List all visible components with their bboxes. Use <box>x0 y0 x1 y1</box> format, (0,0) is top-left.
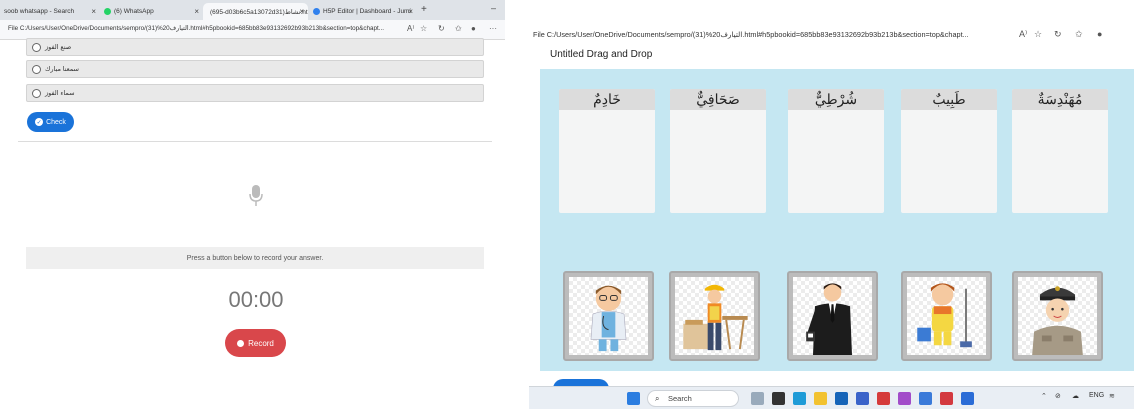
taskbar-search-label: Search <box>668 394 692 403</box>
tab-label: (695-d03b6c5a13072d31)نشاط.html <box>210 8 308 16</box>
widgets-icon[interactable] <box>751 392 764 405</box>
tab-close-icon[interactable]: × <box>91 7 96 16</box>
option-label: سماء الفوز <box>45 90 75 97</box>
drop-zone-label: خَادِمٌ <box>593 92 621 108</box>
more-menu-icon[interactable]: ··· <box>489 24 497 33</box>
draggable-police-card[interactable] <box>1012 271 1103 361</box>
drop-zone-label: شُرْطِيٌّ <box>814 92 858 108</box>
task-view-icon[interactable] <box>772 392 785 405</box>
wifi-icon[interactable]: ≋ <box>1109 392 1115 400</box>
microphone-icon <box>236 174 276 218</box>
app-icon[interactable] <box>898 392 911 405</box>
new-tab-button[interactable]: + <box>421 4 427 15</box>
drop-zone[interactable]: خَادِمٌ <box>559 89 655 213</box>
drop-zone[interactable]: صَحَافِيٌّ <box>670 89 766 213</box>
teams-icon[interactable] <box>856 392 869 405</box>
option-label: صنع الفوز <box>45 44 72 51</box>
record-instructions: Press a button below to record your answ… <box>26 247 484 269</box>
record-label: Record <box>248 338 274 348</box>
divider <box>18 141 492 142</box>
language-indicator[interactable]: ENG <box>1089 392 1104 399</box>
activity-title: Untitled Drag and Drop <box>550 49 653 60</box>
tab-strip: soob whatsapp - Search × (6) WhatsApp × … <box>0 0 505 20</box>
cleaner-image <box>917 283 972 348</box>
answer-option[interactable]: سماء الفوز <box>26 84 484 102</box>
engineer-image <box>683 284 748 351</box>
drop-zone[interactable]: شُرْطِيٌّ <box>788 89 884 213</box>
tab-label: soob whatsapp - Search <box>4 8 75 15</box>
police-image <box>1032 286 1083 355</box>
tab-active-page[interactable]: (695-d03b6c5a13072d31)نشاط.html × <box>203 3 308 20</box>
drop-zone[interactable]: طَبِيبٌ <box>901 89 997 213</box>
address-url[interactable]: File C:/Users/User/OneDrive/Documents/se… <box>533 30 1013 39</box>
left-browser-window: soob whatsapp - Search × (6) WhatsApp × … <box>0 0 505 409</box>
answer-option[interactable]: سمعنا مبارك <box>26 60 484 78</box>
read-aloud-icon[interactable]: A⁾ <box>407 24 414 33</box>
profile-avatar-icon[interactable]: ● <box>1097 29 1102 39</box>
profile-avatar-icon[interactable]: ● <box>471 24 476 33</box>
favorite-star-icon[interactable]: ☆ <box>1034 29 1042 40</box>
record-dot-icon <box>237 339 245 347</box>
edge-icon[interactable] <box>793 392 806 405</box>
address-bar[interactable]: File C:/Users/User/OneDrive/Documents/se… <box>529 25 1134 45</box>
right-browser-window: File C:/Users/User/OneDrive/Documents/se… <box>529 0 1134 409</box>
draggable-journalist-card[interactable] <box>787 271 878 361</box>
address-bar[interactable]: File C:/Users/User/OneDrive/Documents/se… <box>0 20 505 40</box>
tab-label: (6) WhatsApp <box>114 8 154 15</box>
cloud-icon[interactable]: ☁ <box>1072 392 1079 400</box>
tab-close-icon[interactable]: × <box>299 7 304 16</box>
address-url[interactable]: File C:/Users/User/OneDrive/Documents/se… <box>8 25 400 32</box>
drag-drop-board: خَادِمٌ صَحَافِيٌّ شُرْطِيٌّ طَبِيبٌ مُه… <box>540 69 1134 371</box>
refresh-icon[interactable]: ↻ <box>438 24 445 33</box>
radio-icon[interactable] <box>32 43 41 52</box>
tab-whatsapp[interactable]: (6) WhatsApp × <box>100 3 203 20</box>
whatsapp-icon <box>104 8 111 15</box>
check-label: Check <box>46 118 66 126</box>
radio-icon[interactable] <box>32 89 41 98</box>
draggable-doctor-card[interactable] <box>563 271 654 361</box>
journalist-image <box>806 283 852 355</box>
check-icon: ✓ <box>35 118 44 126</box>
draggable-engineer-card[interactable] <box>669 271 760 361</box>
record-button[interactable]: Record <box>225 329 286 357</box>
windows-start-icon[interactable] <box>627 392 640 405</box>
drop-zone-label: مُهَنْدِسَةٌ <box>1037 92 1083 108</box>
drop-zone[interactable]: مُهَنْدِسَةٌ <box>1012 89 1108 213</box>
store-icon[interactable] <box>835 392 848 405</box>
network-icon[interactable]: ⊘ <box>1055 392 1061 400</box>
page-content: صنع الفوز سمعنا مبارك سماء الفوز ✓ Check <box>0 38 505 409</box>
app-icon[interactable] <box>940 392 953 405</box>
minimize-button[interactable]: – <box>491 3 496 13</box>
tab-close-icon[interactable]: × <box>408 7 413 16</box>
tab-search[interactable]: soob whatsapp - Search × <box>0 3 100 20</box>
h5p-icon <box>313 8 320 15</box>
option-label: سمعنا مبارك <box>45 66 80 73</box>
answer-option[interactable]: صنع الفوز <box>26 38 484 56</box>
radio-icon[interactable] <box>32 65 41 74</box>
search-icon: ⌕ <box>655 394 660 403</box>
check-button[interactable]: ✓ Check <box>27 112 74 132</box>
drop-zone-label: صَحَافِيٌّ <box>696 92 740 108</box>
tab-label: H5P Editor | Dashboard - Jumi <box>323 8 411 15</box>
favorites-icon[interactable]: ✩ <box>455 24 462 33</box>
favorite-star-icon[interactable]: ☆ <box>420 24 427 33</box>
file-explorer-icon[interactable] <box>814 392 827 405</box>
doctor-image <box>590 285 627 352</box>
drop-zone-label: طَبِيبٌ <box>932 92 966 108</box>
read-aloud-icon[interactable]: A⁾ <box>1019 29 1027 40</box>
chevron-up-icon[interactable]: ⌃ <box>1041 392 1047 400</box>
tab-h5p-editor[interactable]: H5P Editor | Dashboard - Jumi × <box>309 3 417 20</box>
refresh-icon[interactable]: ↻ <box>1054 29 1062 40</box>
app-icon[interactable] <box>877 392 890 405</box>
outlook-icon[interactable] <box>961 392 974 405</box>
photos-icon[interactable] <box>919 392 932 405</box>
recording-timer: 00:00 <box>228 287 284 312</box>
draggable-cleaner-card[interactable] <box>901 271 992 361</box>
taskbar: ⌕ Search ⌃ ⊘ ☁ ENG ≋ <box>529 386 1134 409</box>
favorites-icon[interactable]: ✩ <box>1075 29 1083 40</box>
taskbar-search[interactable]: ⌕ Search <box>647 390 739 407</box>
tab-close-icon[interactable]: × <box>194 7 199 16</box>
